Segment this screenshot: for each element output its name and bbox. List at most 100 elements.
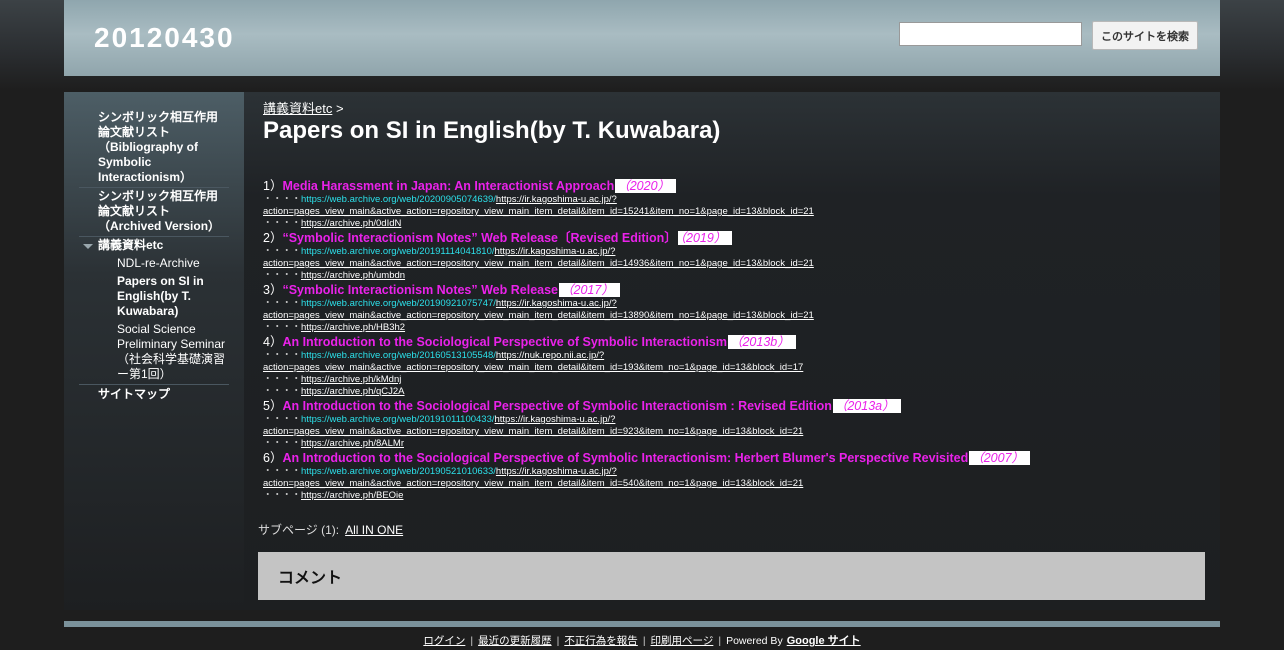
- repository-link[interactable]: action=pages_view_main&active_action=rep…: [263, 362, 803, 373]
- wayback-link[interactable]: https://web.archive.org/web/201911140418…: [301, 246, 494, 257]
- repository-link[interactable]: https://ir.kagoshima-u.ac.jp/?: [496, 466, 617, 477]
- archive-link-line: ・・・・https://archive.ph/0dIdN: [263, 218, 1203, 230]
- footer-bar: [64, 621, 1220, 627]
- site-title[interactable]: 20120430: [94, 22, 235, 54]
- paper-year: （2017）: [559, 283, 620, 297]
- footer-separator: |: [642, 635, 646, 647]
- page-title: Papers on SI in English(by T. Kuwabara): [263, 117, 721, 144]
- bullet-dots: ・・・・: [263, 298, 302, 309]
- paper-number: 2）: [263, 231, 283, 245]
- bullet-dots: ・・・・: [263, 414, 302, 425]
- archive-link-line: ・・・・https://archive.ph/8ALMr: [263, 438, 1203, 450]
- paper-title-link[interactable]: An Introduction to the Sociological Pers…: [282, 451, 968, 465]
- paper-year: （2020）: [615, 179, 677, 193]
- footer: ログイン | 最近の更新履歴 | 不正行為を報告 | 印刷用ページ | Powered By Go…: [0, 632, 1284, 648]
- paper-title-link[interactable]: “Symbolic Interactionism Notes” Web Rele…: [282, 283, 558, 297]
- repository-link[interactable]: https://archive.ph/qCJ2A: [301, 386, 405, 397]
- repository-link[interactable]: action=pages_view_main&active_action=rep…: [263, 258, 814, 269]
- repository-link[interactable]: https://ir.kagoshima-u.ac.jp/?: [496, 298, 617, 309]
- archive-link-line: action=pages_view_main&active_action=rep…: [263, 362, 1203, 374]
- archive-link-line: ・・・・https://archive.ph/qCJ2A: [263, 386, 1203, 398]
- paper-number: 4）: [263, 335, 283, 349]
- wayback-link[interactable]: https://web.archive.org/web/201909210757…: [301, 298, 496, 309]
- repository-link[interactable]: https://archive.ph/umbdn: [301, 270, 405, 281]
- bullet-dots: ・・・・: [263, 246, 302, 257]
- paper-title-link[interactable]: “Symbolic Interactionism Notes” Web Rele…: [282, 231, 676, 245]
- comments-panel: コメント: [258, 552, 1205, 600]
- repository-link[interactable]: action=pages_view_main&active_action=rep…: [263, 478, 803, 489]
- paper-entry: 3）“Symbolic Interactionism Notes” Web Re…: [263, 282, 1203, 298]
- paper-title-link[interactable]: An Introduction to the Sociological Pers…: [282, 399, 831, 413]
- archive-link-line: action=pages_view_main&active_action=rep…: [263, 426, 1203, 438]
- comments-heading: コメント: [278, 570, 343, 587]
- nav-divider: [79, 187, 229, 188]
- bullet-dots: ・・・・: [263, 194, 302, 205]
- paper-year: （2019）: [677, 231, 733, 245]
- archive-link-line: ・・・・https://web.archive.org/web/20200905…: [263, 194, 1203, 206]
- bullet-dots: ・・・・: [263, 322, 302, 333]
- main-content: 講義資料etc > Papers on SI in English(by T. …: [244, 92, 1220, 610]
- footer-login-link[interactable]: ログイン: [423, 635, 465, 647]
- sidebar-item-social-science-seminar[interactable]: Social Science Preliminary Seminar（社会科学基…: [117, 322, 234, 382]
- archive-link-line: ・・・・https://web.archive.org/web/20190921…: [263, 298, 1203, 310]
- paper-title-link[interactable]: An Introduction to the Sociological Pers…: [282, 335, 727, 349]
- paper-entry: 6）An Introduction to the Sociological Pe…: [263, 450, 1203, 466]
- sidebar-item-papers-on-si[interactable]: Papers on SI in English(by T. Kuwabara): [117, 274, 228, 319]
- subpages-label: サブページ (1):: [258, 523, 340, 537]
- paper-year: （2013a）: [832, 399, 901, 413]
- search-input[interactable]: [899, 22, 1082, 46]
- bullet-dots: ・・・・: [263, 466, 302, 477]
- sidebar-item-bibliography[interactable]: シンボリック相互作用論文献リスト（Bibliography of Symboli…: [98, 110, 228, 185]
- subpage-link[interactable]: All IN ONE: [345, 523, 403, 537]
- repository-link[interactable]: https://ir.kagoshima-u.ac.jp/?: [496, 194, 617, 205]
- nav-divider: [79, 236, 229, 237]
- archive-link-line: action=pages_view_main&active_action=rep…: [263, 478, 1203, 490]
- paper-number: 6）: [263, 451, 283, 465]
- archive-link-line: ・・・・https://archive.ph/BEOie: [263, 490, 1203, 502]
- archive-link-line: ・・・・https://archive.ph/umbdn: [263, 270, 1203, 282]
- wayback-link[interactable]: https://web.archive.org/web/201910111004…: [301, 414, 494, 425]
- archive-link-line: action=pages_view_main&active_action=rep…: [263, 258, 1203, 270]
- repository-link[interactable]: https://archive.ph/8ALMr: [301, 438, 404, 449]
- archive-link-line: action=pages_view_main&active_action=rep…: [263, 206, 1203, 218]
- footer-report-abuse-link[interactable]: 不正行為を報告: [564, 635, 638, 647]
- paper-year: （2007）: [969, 451, 1031, 465]
- repository-link[interactable]: https://archive.ph/0dIdN: [301, 218, 401, 229]
- repository-link[interactable]: action=pages_view_main&active_action=rep…: [263, 426, 803, 437]
- wayback-link[interactable]: https://web.archive.org/web/201605131055…: [301, 350, 496, 361]
- search-button[interactable]: このサイトを検索: [1092, 21, 1198, 50]
- wayback-link[interactable]: https://web.archive.org/web/201905210106…: [301, 466, 496, 477]
- archive-link-line: ・・・・https://archive.ph/HB3h2: [263, 322, 1203, 334]
- repository-link[interactable]: action=pages_view_main&active_action=rep…: [263, 310, 814, 321]
- repository-link[interactable]: action=pages_view_main&active_action=rep…: [263, 206, 814, 217]
- bullet-dots: ・・・・: [263, 270, 302, 281]
- archive-link-line: ・・・・https://web.archive.org/web/20160513…: [263, 350, 1203, 362]
- wayback-link[interactable]: https://web.archive.org/web/202009050746…: [301, 194, 496, 205]
- sidebar-item-lecture-materials[interactable]: 講義資料etc: [98, 238, 228, 253]
- repository-link[interactable]: https://nuk.repo.nii.ac.jp/?: [496, 350, 604, 361]
- paper-entry: 1）Media Harassment in Japan: An Interact…: [263, 178, 1203, 194]
- repository-link[interactable]: https://archive.ph/BEOie: [301, 490, 403, 501]
- breadcrumb-link[interactable]: 講義資料etc: [263, 101, 332, 116]
- sidebar-item-ndl-re-archive[interactable]: NDL-re-Archive: [117, 256, 232, 271]
- repository-link[interactable]: https://archive.ph/kMdnj: [301, 374, 401, 385]
- repository-link[interactable]: https://ir.kagoshima-u.ac.jp/?: [495, 414, 616, 425]
- footer-powered-by: Powered By: [726, 635, 783, 647]
- repository-link[interactable]: https://ir.kagoshima-u.ac.jp/?: [495, 246, 616, 257]
- papers-list: 1）Media Harassment in Japan: An Interact…: [263, 178, 1203, 502]
- archive-link-line: ・・・・https://archive.ph/kMdnj: [263, 374, 1203, 386]
- footer-google-sites-link[interactable]: Google サイト: [787, 635, 861, 647]
- footer-recent-activity-link[interactable]: 最近の更新履歴: [478, 635, 552, 647]
- repository-link[interactable]: https://archive.ph/HB3h2: [301, 322, 405, 333]
- paper-title-link[interactable]: Media Harassment in Japan: An Interactio…: [282, 179, 614, 193]
- site-header: 20120430 このサイトを検索: [64, 0, 1220, 76]
- bullet-dots: ・・・・: [263, 350, 302, 361]
- footer-print-page-link[interactable]: 印刷用ページ: [651, 635, 714, 647]
- sidebar-nav: シンボリック相互作用論文献リスト（Bibliography of Symboli…: [64, 92, 244, 610]
- sidebar-item-archived-version[interactable]: シンボリック相互作用論文献リスト（Archived Version）: [98, 189, 228, 234]
- footer-separator: |: [718, 635, 722, 647]
- collapse-arrow-icon[interactable]: [83, 244, 93, 249]
- footer-separator: |: [556, 635, 560, 647]
- archive-link-line: action=pages_view_main&active_action=rep…: [263, 310, 1203, 322]
- sidebar-item-sitemap[interactable]: サイトマップ: [98, 387, 228, 402]
